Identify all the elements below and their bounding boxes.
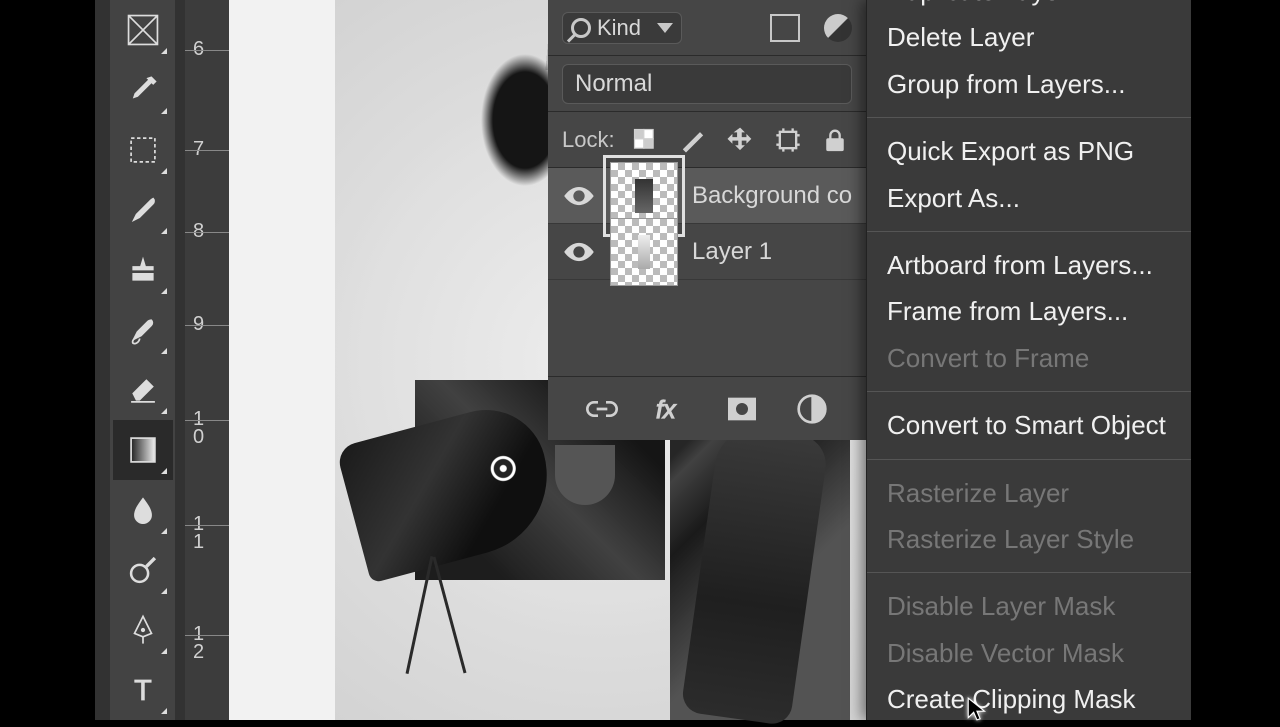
submenu-indicator-icon bbox=[161, 228, 167, 234]
lock-position-icon[interactable] bbox=[724, 123, 757, 157]
marquee-select-tool[interactable] bbox=[113, 120, 173, 180]
layer-filter-bar: Kind bbox=[548, 0, 866, 56]
canvas-image-detail bbox=[555, 445, 615, 505]
submenu-indicator-icon bbox=[161, 108, 167, 114]
menu-separator bbox=[867, 391, 1191, 392]
frame-tool[interactable] bbox=[113, 0, 173, 60]
layer-name[interactable]: Background co bbox=[692, 182, 852, 210]
search-icon bbox=[571, 18, 591, 38]
visibility-toggle-icon[interactable] bbox=[562, 184, 596, 208]
menu-item-artboard-from-layers[interactable]: Artboard from Layers... bbox=[867, 242, 1191, 288]
type-tool[interactable]: T bbox=[113, 660, 173, 720]
submenu-indicator-icon bbox=[161, 708, 167, 714]
layer-effects-icon[interactable]: fx bbox=[652, 389, 692, 429]
svg-text:fx: fx bbox=[656, 396, 677, 424]
menu-item-group-from-layers[interactable]: Group from Layers... bbox=[867, 61, 1191, 107]
menu-item-delete-layer[interactable]: Delete Layer bbox=[867, 14, 1191, 60]
vertical-ruler: 6 7 8 9 1 0 1 1 1 2 bbox=[185, 0, 229, 720]
tools-panel: T bbox=[110, 0, 175, 720]
submenu-indicator-icon bbox=[161, 168, 167, 174]
menu-item-frame-from-layers[interactable]: Frame from Layers... bbox=[867, 288, 1191, 334]
layers-footer-bar: fx bbox=[548, 376, 866, 440]
menu-item-duplicate-layer[interactable]: Duplicate Layer... bbox=[867, 0, 1191, 14]
lock-all-icon[interactable] bbox=[819, 123, 852, 157]
ruler-tick: 9 bbox=[193, 315, 223, 333]
lock-label: Lock: bbox=[562, 127, 615, 153]
ruler-tick: 7 bbox=[193, 140, 223, 158]
blend-mode-dropdown[interactable]: Normal bbox=[562, 64, 852, 104]
submenu-indicator-icon bbox=[161, 588, 167, 594]
layer-context-menu[interactable]: Duplicate Layer...Delete LayerGroup from… bbox=[866, 0, 1191, 720]
menu-item-rasterize-layer-style: Rasterize Layer Style bbox=[867, 516, 1191, 562]
dodge-tool[interactable] bbox=[113, 540, 173, 600]
menu-separator bbox=[867, 459, 1191, 460]
layer-row-layer-1[interactable]: Layer 1 bbox=[548, 224, 866, 280]
eraser-tool[interactable] bbox=[113, 360, 173, 420]
menu-item-create-clipping-mask[interactable]: Create Clipping Mask bbox=[867, 676, 1191, 720]
layer-name[interactable]: Layer 1 bbox=[692, 238, 772, 266]
pen-tool[interactable] bbox=[113, 600, 173, 660]
menu-item-rasterize-layer: Rasterize Layer bbox=[867, 470, 1191, 516]
brush-tool[interactable] bbox=[113, 180, 173, 240]
layer-lock-bar: Lock: bbox=[548, 112, 866, 168]
clone-stamp-tool[interactable] bbox=[113, 240, 173, 300]
submenu-indicator-icon bbox=[161, 648, 167, 654]
ruler-tick: 6 bbox=[193, 40, 223, 58]
menu-item-export-as[interactable]: Export As... bbox=[867, 175, 1191, 221]
ruler-tick: 8 bbox=[193, 222, 223, 240]
lock-transparency-icon[interactable] bbox=[629, 123, 662, 157]
ruler-tick: 1 0 bbox=[193, 410, 223, 446]
menu-item-quick-export-as-png[interactable]: Quick Export as PNG bbox=[867, 128, 1191, 174]
eyedropper-tool[interactable] bbox=[113, 60, 173, 120]
blend-mode-bar: Normal bbox=[548, 56, 866, 112]
submenu-indicator-icon bbox=[161, 408, 167, 414]
menu-item-convert-to-frame: Convert to Frame bbox=[867, 335, 1191, 381]
add-mask-icon[interactable] bbox=[722, 389, 762, 429]
canvas-image-detail bbox=[408, 555, 468, 675]
filter-label: Kind bbox=[597, 15, 641, 41]
ruler-tick: 1 1 bbox=[193, 515, 223, 551]
lock-pixels-icon[interactable] bbox=[676, 123, 709, 157]
lock-artboard-icon[interactable] bbox=[771, 123, 804, 157]
layer-thumbnail[interactable] bbox=[610, 218, 678, 286]
submenu-indicator-icon bbox=[161, 468, 167, 474]
new-adjustment-layer-icon[interactable] bbox=[792, 389, 832, 429]
visibility-toggle-icon[interactable] bbox=[562, 240, 596, 264]
menu-separator bbox=[867, 572, 1191, 573]
smudge-tool[interactable] bbox=[113, 480, 173, 540]
menu-separator bbox=[867, 117, 1191, 118]
link-layers-icon[interactable] bbox=[582, 389, 622, 429]
submenu-indicator-icon bbox=[161, 528, 167, 534]
layers-panel: Kind Normal Lock: Background co Layer 1 … bbox=[548, 0, 866, 440]
history-brush-tool[interactable] bbox=[113, 300, 173, 360]
filter-pixel-layers-icon[interactable] bbox=[770, 14, 800, 42]
filter-adjustment-layers-icon[interactable] bbox=[824, 14, 852, 42]
svg-text:T: T bbox=[134, 675, 152, 707]
submenu-indicator-icon bbox=[161, 48, 167, 54]
menu-item-disable-vector-mask: Disable Vector Mask bbox=[867, 630, 1191, 676]
submenu-indicator-icon bbox=[161, 288, 167, 294]
menu-item-convert-to-smart-object[interactable]: Convert to Smart Object bbox=[867, 402, 1191, 448]
submenu-indicator-icon bbox=[161, 348, 167, 354]
chevron-down-icon bbox=[657, 23, 673, 33]
layer-filter-type-dropdown[interactable]: Kind bbox=[562, 12, 682, 44]
gradient-tool[interactable] bbox=[113, 420, 173, 480]
menu-separator bbox=[867, 231, 1191, 232]
layer-row-background-copy[interactable]: Background co bbox=[548, 168, 866, 224]
menu-item-disable-layer-mask: Disable Layer Mask bbox=[867, 583, 1191, 629]
ruler-tick: 1 2 bbox=[193, 625, 223, 661]
blend-mode-value: Normal bbox=[575, 70, 652, 98]
